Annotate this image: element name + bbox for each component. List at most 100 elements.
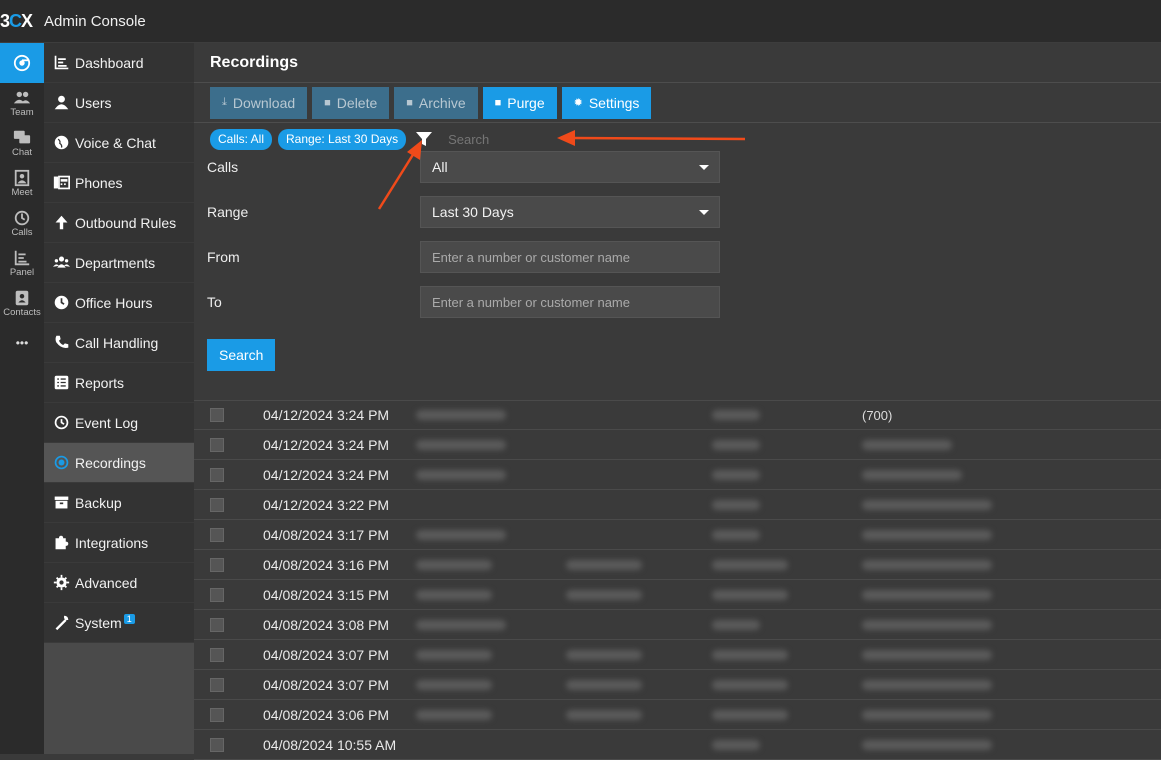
table-row[interactable]: 04/12/2024 3:24 PM xyxy=(194,430,1161,460)
rail-item-panel[interactable]: Panel xyxy=(0,243,44,283)
settings-button[interactable]: ✹ Settings xyxy=(561,86,652,119)
sidebar-item-phones[interactable]: Phones xyxy=(44,163,194,203)
from-input[interactable]: Enter a number or customer name xyxy=(420,241,720,273)
record-icon xyxy=(52,454,70,472)
table-row[interactable]: 04/08/2024 3:16 PM xyxy=(194,550,1161,580)
table-row[interactable]: 04/12/2024 3:22 PM xyxy=(194,490,1161,520)
page-title: Recordings xyxy=(194,43,1161,83)
table-row[interactable]: 04/08/2024 3:17 PM xyxy=(194,520,1161,550)
sidebar-item-recordings[interactable]: Recordings xyxy=(44,443,194,483)
filter-chip-range[interactable]: Range: Last 30 Days xyxy=(278,128,407,150)
wrench-icon xyxy=(52,614,70,632)
rail-item-chrome[interactable] xyxy=(0,43,44,83)
row-checkbox[interactable] xyxy=(210,647,224,662)
table-row[interactable]: 04/08/2024 3:07 PM xyxy=(194,640,1161,670)
rail-item-chat[interactable]: Chat xyxy=(0,123,44,163)
sidebar-item-event-log[interactable]: Event Log xyxy=(44,403,194,443)
row-checkbox[interactable] xyxy=(210,677,224,692)
sidebar-item-backup[interactable]: Backup xyxy=(44,483,194,523)
row-extension: (700) xyxy=(862,407,893,423)
row-checkbox[interactable] xyxy=(210,587,224,602)
archive-button[interactable]: ■ Archive xyxy=(394,86,478,119)
table-row[interactable]: 04/08/2024 10:55 AM xyxy=(194,730,1161,760)
redacted-cell xyxy=(712,649,788,660)
arrow-up-icon xyxy=(52,214,70,232)
team-icon xyxy=(13,91,31,103)
table-row[interactable]: 04/08/2024 3:15 PM xyxy=(194,580,1161,610)
trash-icon: ■ xyxy=(494,96,502,109)
sidebar-item-outbound-rules[interactable]: Outbound Rules xyxy=(44,203,194,243)
table-row[interactable]: 04/12/2024 3:24 PM (700) xyxy=(194,400,1161,430)
row-checkbox[interactable] xyxy=(210,467,224,482)
sidebar-item-reports[interactable]: Reports xyxy=(44,363,194,403)
redacted-cell xyxy=(862,619,992,630)
archive-icon: ■ xyxy=(406,96,413,109)
range-select[interactable]: Last 30 Days xyxy=(420,196,720,228)
sidebar-item-advanced[interactable]: Advanced xyxy=(44,563,194,603)
rail-item-team[interactable]: Team xyxy=(0,83,44,123)
calls-label: Calls xyxy=(207,159,239,175)
to-input[interactable]: Enter a number or customer name xyxy=(420,286,720,318)
redacted-cell xyxy=(712,559,788,570)
row-checkbox[interactable] xyxy=(210,408,224,422)
row-date: 04/08/2024 3:08 PM xyxy=(263,616,390,633)
search-input[interactable] xyxy=(448,131,649,147)
purge-button[interactable]: ■ Purge xyxy=(482,86,557,119)
filter-chip-calls[interactable]: Calls: All xyxy=(210,128,273,150)
row-checkbox[interactable] xyxy=(210,617,224,632)
sidebar-item-system[interactable]: System 1 xyxy=(44,603,194,643)
sidebar-item-office-hours[interactable]: Office Hours xyxy=(44,283,194,323)
filter-icon[interactable] xyxy=(414,129,434,149)
table-row[interactable]: 04/08/2024 3:06 PM xyxy=(194,700,1161,730)
chevron-down-icon xyxy=(699,165,709,170)
row-checkbox[interactable] xyxy=(210,437,224,452)
range-select-value: Last 30 Days xyxy=(432,204,514,220)
to-label: To xyxy=(207,294,222,310)
redacted-cell xyxy=(416,439,506,450)
delete-button[interactable]: ■ Delete xyxy=(312,86,390,119)
rail-item-calls[interactable]: Calls xyxy=(0,203,44,243)
redacted-cell xyxy=(862,589,992,600)
table-row[interactable]: 04/12/2024 3:24 PM xyxy=(194,460,1161,490)
row-checkbox[interactable] xyxy=(210,527,224,542)
rail-item-contacts[interactable]: Contacts xyxy=(0,283,44,323)
row-date: 04/08/2024 3:16 PM xyxy=(263,556,390,573)
sidebar-item-label: Office Hours xyxy=(75,294,153,311)
sidebar-item-call-handling[interactable]: Call Handling xyxy=(44,323,194,363)
rail-item-meet[interactable]: Meet xyxy=(0,163,44,203)
3cx-logo[interactable]: 3CX xyxy=(0,11,33,32)
table-row[interactable]: 04/08/2024 3:08 PM xyxy=(194,610,1161,640)
search-button[interactable]: Search xyxy=(207,339,276,371)
sidebar-item-dashboard[interactable]: Dashboard xyxy=(44,43,194,83)
row-date: 04/08/2024 3:07 PM xyxy=(263,676,390,693)
group-icon xyxy=(52,254,70,272)
sidebar-item-departments[interactable]: Departments xyxy=(44,243,194,283)
sidebar-item-integrations[interactable]: Integrations xyxy=(44,523,194,563)
sidebar-item-label: Recordings xyxy=(75,454,146,471)
row-date: 04/08/2024 3:06 PM xyxy=(263,706,390,723)
rail-item-more[interactable]: ••• xyxy=(0,323,44,363)
row-date: 04/08/2024 3:17 PM xyxy=(263,526,390,543)
redacted-cell xyxy=(862,739,992,750)
clock-icon xyxy=(52,294,70,312)
redacted-cell xyxy=(566,559,642,570)
main-content: Recordings ⤓ Download ■ Delete ■ Archive ■ P… xyxy=(194,43,1161,760)
calls-select[interactable]: All xyxy=(420,151,720,183)
row-checkbox[interactable] xyxy=(210,707,224,722)
row-checkbox[interactable] xyxy=(210,557,224,572)
gear-icon xyxy=(52,574,70,592)
sidebar-item-users[interactable]: Users xyxy=(44,83,194,123)
filter-form: Calls All Range Last 30 Days From Enter … xyxy=(194,151,1161,385)
download-button[interactable]: ⤓ Download xyxy=(210,86,308,119)
redacted-cell xyxy=(416,619,506,630)
sidebar-item-label: Voice & Chat xyxy=(75,134,156,151)
row-checkbox[interactable] xyxy=(210,497,224,512)
rail-label-panel: Panel xyxy=(9,266,35,278)
sidebar-item-label: Outbound Rules xyxy=(75,214,177,231)
table-row[interactable]: 04/08/2024 3:07 PM xyxy=(194,670,1161,700)
phone-icon xyxy=(52,334,70,352)
redacted-cell xyxy=(566,679,642,690)
sidebar-item-voice-chat[interactable]: Voice & Chat xyxy=(44,123,194,163)
row-checkbox[interactable] xyxy=(210,737,224,752)
redacted-cell xyxy=(712,739,760,750)
